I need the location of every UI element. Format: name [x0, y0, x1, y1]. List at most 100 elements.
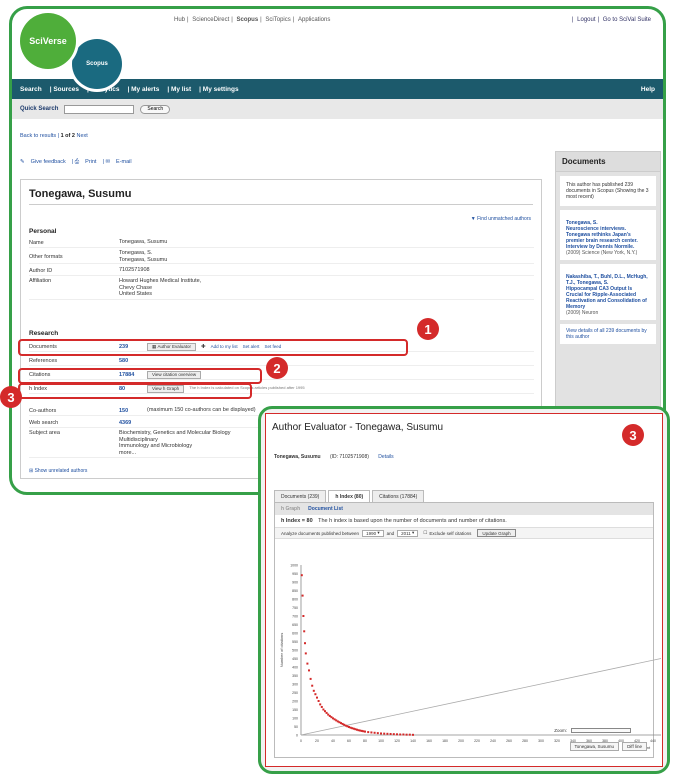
show-unrelated-link[interactable]: ⊞ Show unrelated authors [29, 468, 87, 474]
print-link[interactable]: Print [85, 159, 96, 165]
document-title[interactable]: Nakashiba, T., Buhl, D.L., McHugh, T.J.,… [566, 274, 648, 310]
x-tick-label: 20 [315, 739, 319, 743]
legend-series-diff[interactable]: Diff line [622, 742, 647, 751]
subtab-document-list[interactable]: Document List [308, 506, 343, 512]
sciverse-logo[interactable]: SciVerse [20, 13, 76, 69]
row-label: Other formats [29, 253, 63, 260]
x-tick-label: 160 [426, 739, 432, 743]
y-tick-label: 850 [292, 589, 298, 593]
author-name: Tonegawa, Susumu [29, 188, 132, 200]
nav-my-alerts[interactable]: My alerts [131, 86, 159, 93]
data-point [300, 574, 303, 577]
view-all-documents-link[interactable]: View details of all 239 documents by thi… [560, 324, 656, 344]
y-tick-label: 550 [292, 640, 298, 644]
page-actions: ✎ Give feedback | ⎙ Print | ✉ E-mail [20, 159, 132, 165]
x-tick-label: 40 [331, 739, 335, 743]
year-filter-row: Analyze documents published between 1990… [275, 527, 653, 539]
data-point [303, 630, 306, 633]
from-year-select[interactable]: 1990 ▾ [362, 529, 384, 537]
hindex-chart: 0501001502002503003504004505005506006507… [279, 564, 662, 750]
find-unmatched-link[interactable]: ▼ Find unmatched authors [471, 216, 531, 222]
row-label: Web search [29, 419, 59, 426]
zoom-slider[interactable] [571, 728, 631, 733]
x-tick-label: 120 [394, 739, 400, 743]
document-title[interactable]: Tonegawa, S. Neuroscience interviews. To… [566, 220, 638, 250]
next-link[interactable]: Next [76, 133, 87, 139]
back-to-results-link[interactable]: Back to results [20, 133, 56, 139]
exclude-self-label: Exclude self citations [429, 530, 472, 536]
update-graph-button[interactable]: Update Graph [477, 529, 516, 537]
result-position: 1 of 2 [60, 133, 75, 139]
legend-series-author[interactable]: Tonegawa, Susumu [569, 742, 620, 751]
y-tick-label: 700 [292, 615, 298, 619]
zoom-control: Zoom: [554, 728, 631, 733]
top-link-scitopics[interactable]: SciTopics [263, 17, 292, 23]
to-year-select[interactable]: 2011 ▾ [397, 529, 419, 537]
nav-search[interactable]: Search [20, 86, 42, 93]
y-tick-label: 100 [292, 717, 298, 721]
step-badge-3: 3 [0, 386, 22, 408]
chart-legend: Tonegawa, Susumu Diff line [567, 742, 647, 751]
top-link-hub[interactable]: Hub [172, 17, 187, 23]
data-point [314, 693, 317, 696]
row-name: Name Tonegawa, Susumu [29, 238, 534, 248]
data-point [373, 731, 376, 734]
logout-link[interactable]: Logout [575, 17, 597, 23]
data-point [306, 662, 309, 665]
step-badge-3-evaluator: 3 [622, 424, 644, 446]
x-tick-label: 80 [363, 739, 367, 743]
give-feedback-link[interactable]: Give feedback [31, 159, 66, 165]
data-point [317, 700, 320, 702]
data-point [405, 733, 408, 736]
data-point [364, 730, 366, 733]
references-count-link[interactable]: 580 [119, 358, 147, 364]
data-point [320, 705, 323, 708]
evaluator-title: Author Evaluator - Tonegawa, Susumu [272, 422, 444, 433]
diff-line [300, 658, 662, 736]
hindex-text: h Index = 80 [281, 518, 313, 524]
top-link-applications[interactable]: Applications [296, 17, 332, 23]
y-tick-label: 0 [296, 734, 298, 738]
divider [29, 204, 533, 205]
row-label: Affiliation [29, 278, 52, 284]
quick-search-button[interactable]: Search [140, 104, 171, 114]
coauthors-count-link[interactable]: 150 [119, 408, 147, 414]
exclude-self-checkbox[interactable]: ☐ [423, 530, 427, 536]
x-tick-label: 260 [506, 739, 512, 743]
scival-link[interactable]: Go to SciVal Suite [601, 17, 653, 23]
nav-sources[interactable]: Sources [53, 86, 79, 93]
row-author-id: Author ID 7102571908 [29, 266, 534, 276]
scopus-logo[interactable]: Scopus [72, 39, 122, 89]
nav-my-list[interactable]: My list [171, 86, 191, 93]
hindex-summary: h Index = 80 The h index is based upon t… [275, 515, 653, 527]
and-label: and [386, 530, 395, 536]
data-point [319, 703, 322, 706]
sidebar-document[interactable]: Nakashiba, T., Buhl, D.L., McHugh, T.J.,… [560, 264, 656, 320]
email-link[interactable]: E-mail [116, 159, 132, 165]
subtab-h-graph[interactable]: h Graph [281, 506, 300, 512]
top-right-links: | Logout | Go to SciVal Suite [571, 17, 653, 23]
x-tick-label: 300 [538, 739, 544, 743]
research-section-title: Research [29, 330, 59, 337]
email-icon: ✉ [105, 159, 111, 165]
nav-my-settings[interactable]: My settings [203, 86, 239, 93]
details-link[interactable]: Details [378, 454, 393, 460]
sidebar-document[interactable]: Tonegawa, S. Neuroscience interviews. To… [560, 210, 656, 260]
data-point [308, 669, 310, 672]
web-search-link[interactable]: 4369 [119, 420, 147, 426]
sidebar-title: Documents [556, 152, 660, 172]
top-link-sciencedirect[interactable]: ScienceDirect [190, 17, 231, 23]
quick-search-input[interactable] [64, 104, 135, 114]
row-value: Tonegawa, S. Tonegawa, Susumu [119, 250, 168, 263]
y-tick-label: 800 [292, 598, 298, 602]
data-point [402, 733, 405, 736]
data-point [412, 733, 414, 736]
x-tick-label: 220 [474, 739, 480, 743]
x-tick-label: 140 [410, 739, 416, 743]
nav-help[interactable]: Help [641, 86, 655, 93]
top-link-scopus[interactable]: Scopus [235, 17, 261, 23]
highlight-hindex-row [18, 383, 252, 399]
data-point [316, 696, 318, 699]
evaluator-frame: Author Evaluator - Tonegawa, Susumu Tone… [265, 413, 663, 767]
y-tick-label: 600 [292, 632, 298, 636]
